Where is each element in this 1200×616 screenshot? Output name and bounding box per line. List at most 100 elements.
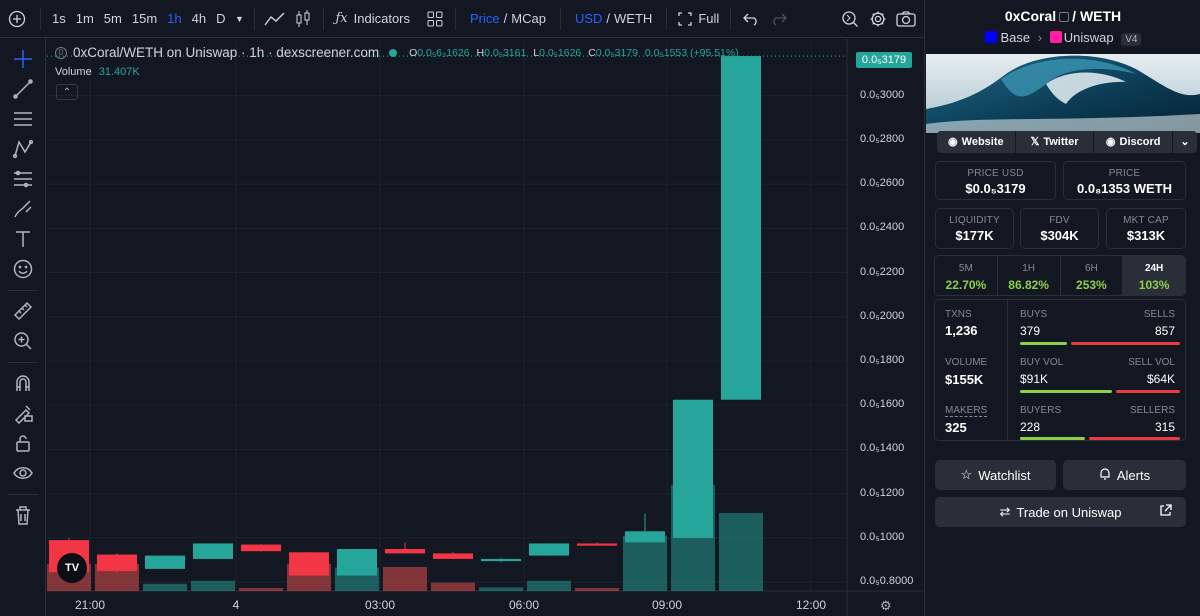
buyers-value: 228 — [1020, 420, 1041, 434]
candle-body[interactable] — [721, 56, 761, 400]
settings-gear-icon[interactable] — [864, 0, 892, 38]
price-mcap-toggle[interactable]: Price / MCap — [462, 0, 554, 38]
layout-grid-icon[interactable] — [421, 0, 449, 38]
volume-legend: Volume 31.407K — [55, 66, 140, 78]
horizontal-lines-icon[interactable] — [9, 105, 37, 133]
brush-icon[interactable] — [9, 195, 37, 223]
add-symbol-icon[interactable] — [0, 0, 34, 38]
market-status-dot — [389, 48, 398, 57]
candles-icon[interactable] — [289, 0, 317, 38]
sidebar-divider — [8, 362, 38, 363]
axis-settings-icon[interactable]: ⚙ — [880, 598, 892, 614]
ruler-icon[interactable] — [9, 297, 37, 325]
watchlist-button[interactable]: ☆ Watchlist — [935, 460, 1056, 490]
price-option[interactable]: Price — [470, 11, 500, 26]
txns-label: TXNS — [945, 309, 972, 320]
website-link[interactable]: ◉ Website — [937, 131, 1016, 153]
legend-eye-icon[interactable]: 0 — [55, 46, 67, 59]
discord-icon: ◉ — [1105, 136, 1116, 148]
sellers-label: SELLERS — [1129, 405, 1175, 416]
trade-on-uniswap-button[interactable]: ⇄ Trade on Uniswap — [935, 497, 1186, 527]
interval-1s[interactable]: 1s — [47, 0, 71, 38]
candle-body[interactable] — [97, 554, 137, 572]
usd-option[interactable]: USD — [575, 11, 602, 26]
candle-body[interactable] — [673, 399, 713, 538]
chevron-down-icon[interactable]: ▼ — [230, 0, 248, 38]
twitter-link[interactable]: 𝕏 Twitter — [1016, 131, 1095, 153]
txns-value: 1,236 — [945, 323, 978, 338]
volume-label: Volume — [55, 66, 92, 78]
copy-icon[interactable] — [1059, 12, 1070, 23]
trash-icon[interactable] — [9, 501, 37, 529]
chain-name[interactable]: Base — [1001, 30, 1031, 45]
price-chart[interactable]: 0 0xCoral/WETH on Uniswap · 1h · dexscre… — [47, 39, 923, 616]
candle-body[interactable] — [193, 543, 233, 559]
crosshair-icon[interactable] — [9, 45, 37, 73]
candle-body[interactable] — [337, 548, 377, 576]
more-links-chevron-icon[interactable]: ⌄ — [1173, 131, 1197, 153]
collapse-legend-button[interactable]: ⌃ — [56, 84, 78, 100]
emoji-icon[interactable] — [9, 255, 37, 283]
indicators-label: Indicators — [353, 11, 411, 26]
candle-body[interactable] — [625, 531, 665, 543]
tab-6h[interactable]: 6H 253% — [1061, 256, 1124, 295]
lock-icon[interactable] — [9, 429, 37, 457]
candle-body[interactable] — [241, 544, 281, 552]
camera-icon[interactable] — [892, 0, 920, 38]
volume-bar — [239, 588, 283, 591]
external-link-icon[interactable] — [1159, 504, 1172, 520]
interval-1h[interactable]: 1h — [162, 0, 186, 38]
interval-4h[interactable]: 4h — [187, 0, 211, 38]
makers-label[interactable]: MAKERS — [945, 405, 988, 417]
candle-body[interactable] — [529, 543, 569, 556]
text-tool-icon[interactable] — [9, 225, 37, 253]
candle-body[interactable] — [289, 552, 329, 576]
dex-name[interactable]: Uniswap — [1064, 30, 1114, 45]
sidebar-divider — [8, 494, 38, 495]
quote-symbol: / WETH — [1072, 8, 1122, 24]
social-links-bar: ◉ Website 𝕏 Twitter ◉ Discord ⌄ — [937, 131, 1197, 153]
price-axis-label: 0.0₅2600 — [860, 177, 905, 190]
discord-link[interactable]: ◉ Discord — [1094, 131, 1174, 153]
token-banner-image — [926, 54, 1200, 133]
candle-body[interactable] — [385, 548, 425, 554]
mcap-value: $313K — [1126, 228, 1166, 243]
tab-1h[interactable]: 1H 86.82% — [998, 256, 1061, 295]
mcap-option[interactable]: MCap — [511, 11, 546, 26]
interval-5m[interactable]: 5m — [99, 0, 127, 38]
eye-icon[interactable] — [9, 459, 37, 487]
tradingview-logo[interactable]: TV — [57, 553, 87, 583]
price-axis-label: 0.0₅1800 — [860, 354, 905, 367]
zoom-in-icon[interactable] — [9, 327, 37, 355]
candle-body[interactable] — [145, 555, 185, 569]
volume-label: VOLUME — [945, 357, 988, 368]
time-axis-label: 09:00 — [651, 598, 683, 612]
candlestick-chart[interactable] — [47, 39, 923, 616]
interval-d[interactable]: D — [211, 0, 230, 38]
candle-body[interactable] — [433, 553, 473, 559]
indicators-button[interactable]: ƒx Indicators — [330, 0, 415, 38]
fib-retracement-icon[interactable] — [9, 165, 37, 193]
star-icon: ☆ — [960, 467, 973, 482]
candle-body[interactable] — [577, 543, 617, 546]
price-weth-card: PRICE 0.0₈1353 WETH — [1063, 161, 1186, 200]
interval-1m[interactable]: 1m — [71, 0, 99, 38]
lock-drawing-icon[interactable] — [9, 399, 37, 427]
weth-option[interactable]: WETH — [614, 11, 652, 26]
alerts-button[interactable]: Alerts — [1063, 460, 1186, 490]
tab-5m[interactable]: 5M 22.70% — [935, 256, 998, 295]
price-axis-label: 0.0₅1200 — [860, 486, 905, 499]
sell-vol-ratio-bar — [1116, 390, 1180, 393]
trend-line-icon[interactable] — [9, 75, 37, 103]
tab-24h[interactable]: 24H 103% — [1123, 256, 1185, 295]
line-chart-icon[interactable] — [261, 0, 289, 38]
undo-icon[interactable] — [737, 0, 765, 38]
candle-body[interactable] — [481, 558, 521, 562]
currency-toggle[interactable]: USD / WETH — [567, 0, 660, 38]
quick-search-icon[interactable] — [836, 0, 864, 38]
redo-icon[interactable] — [765, 0, 793, 38]
interval-15m[interactable]: 15m — [127, 0, 162, 38]
magnet-icon[interactable] — [9, 369, 37, 397]
pattern-icon[interactable] — [9, 135, 37, 163]
fullscreen-button[interactable]: Full — [673, 0, 724, 38]
